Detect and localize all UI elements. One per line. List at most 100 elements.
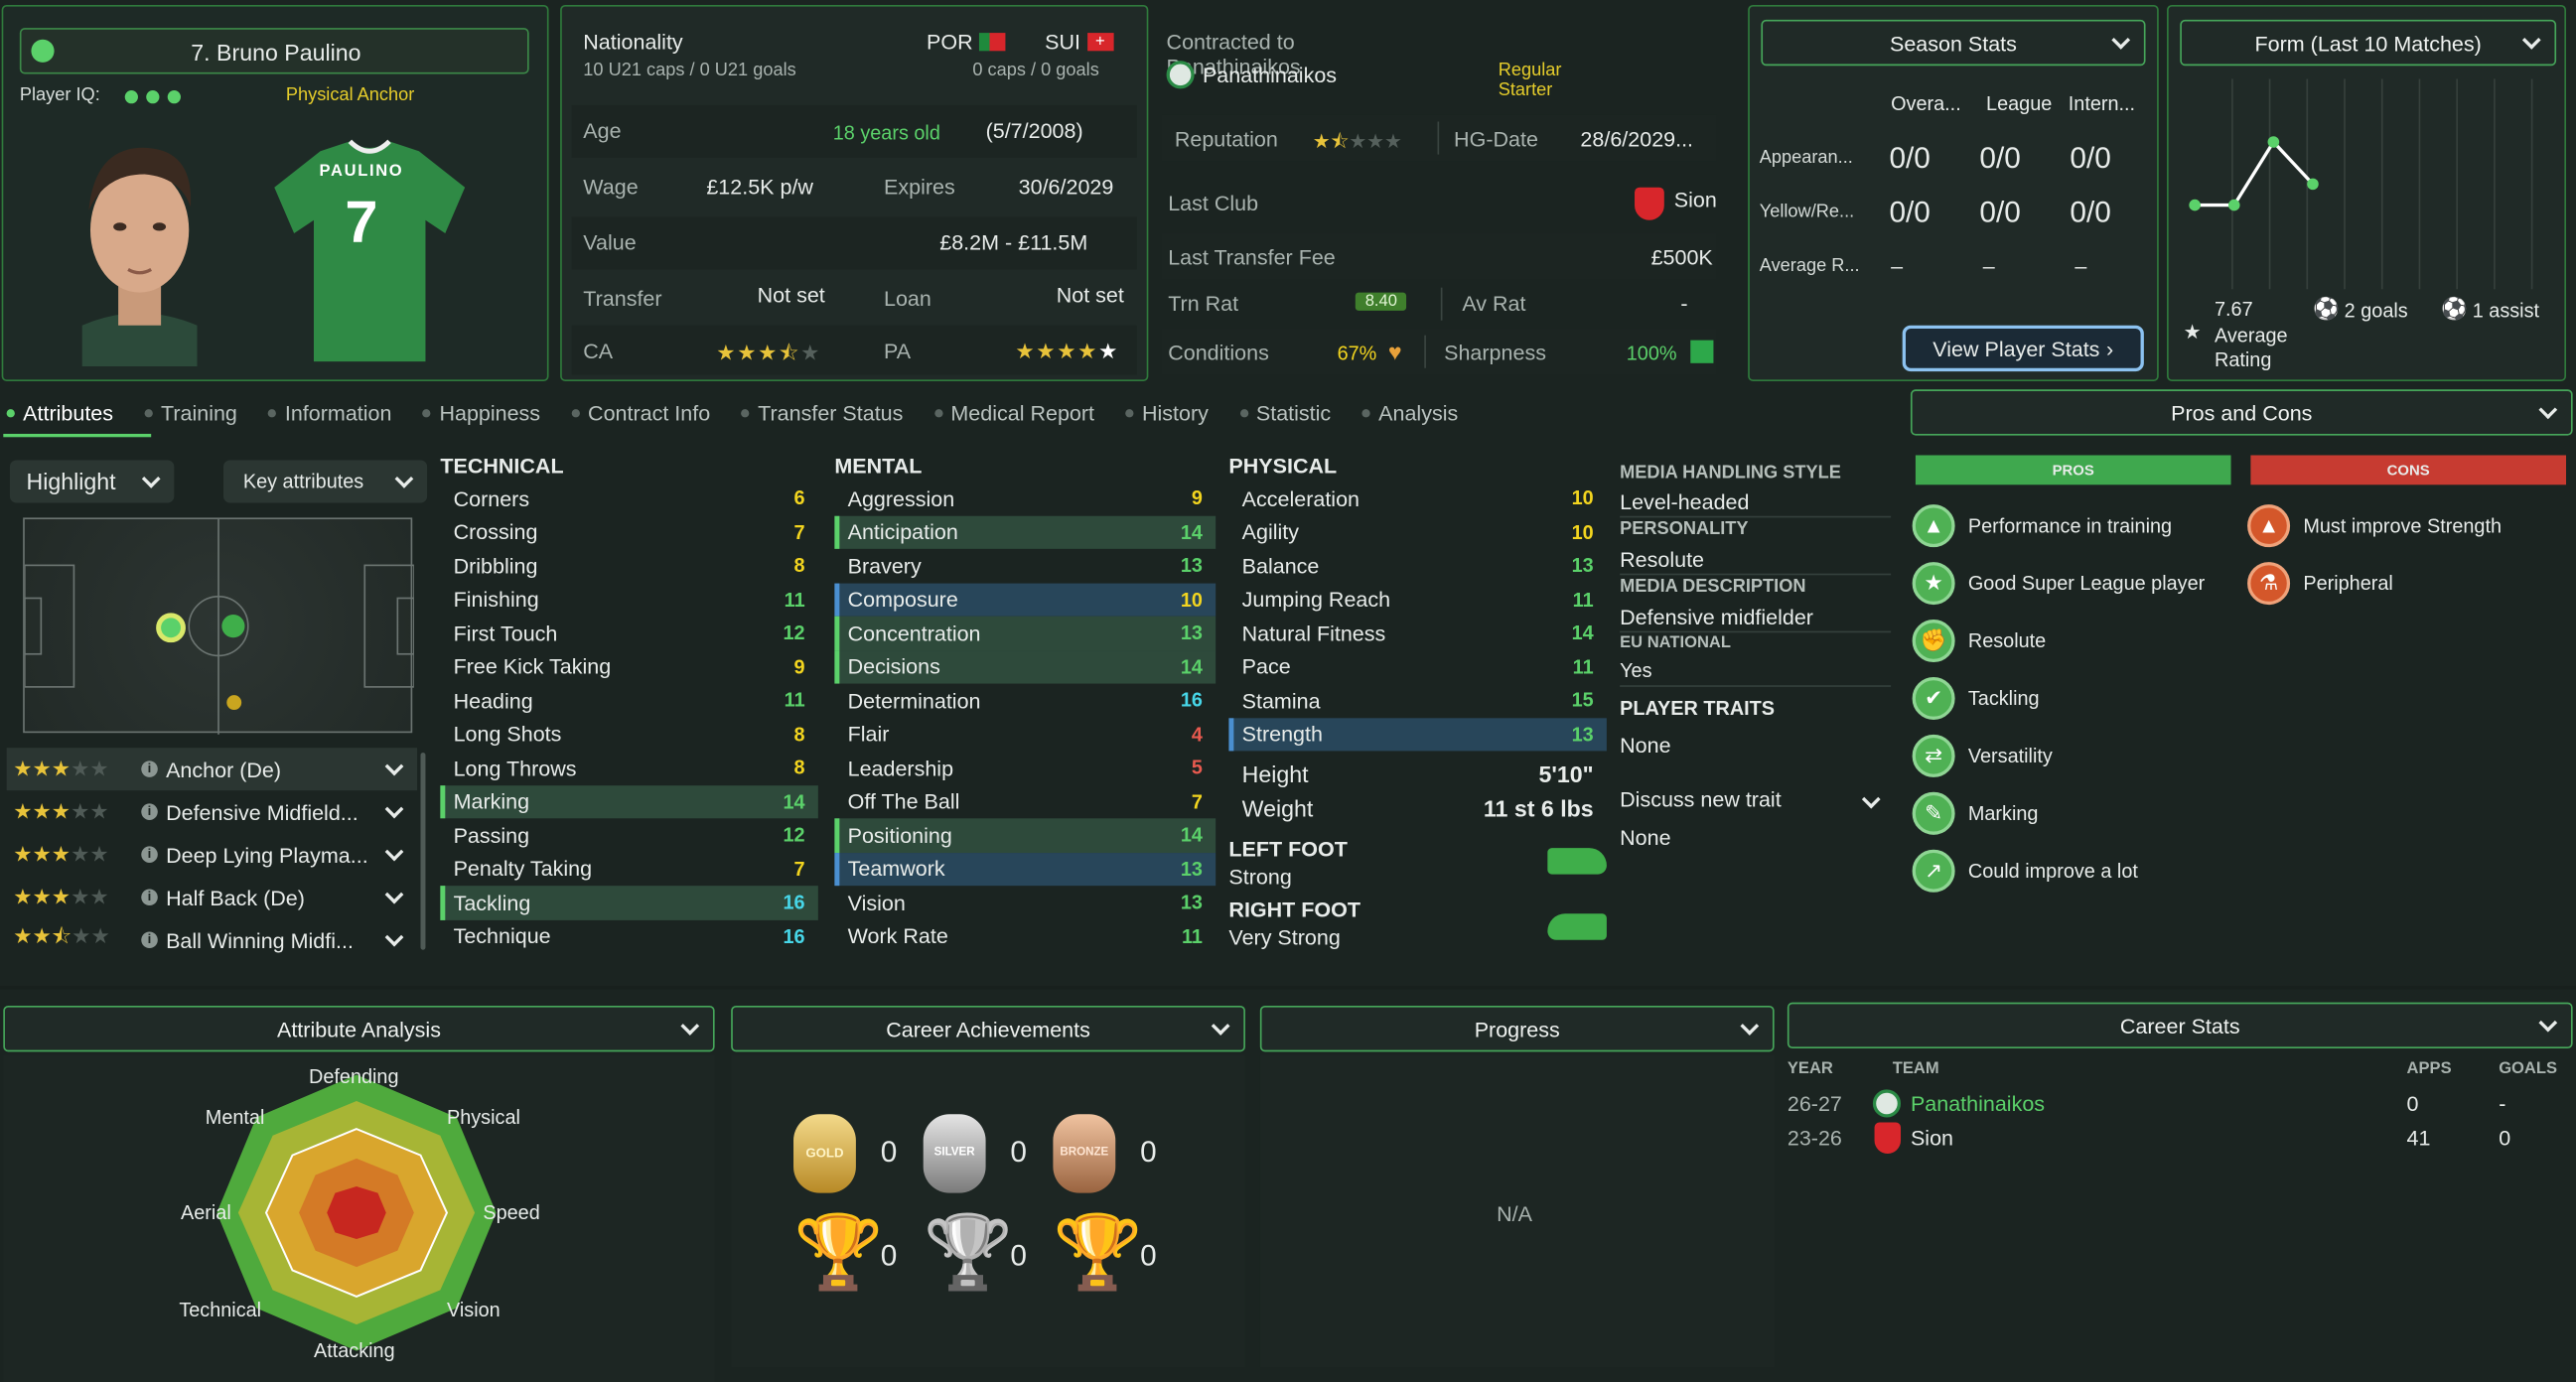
position-marker-natural (221, 615, 245, 638)
player-name-bar[interactable]: 7. Bruno Paulino (19, 28, 529, 74)
attribute-row[interactable]: Vision 13 (834, 886, 1216, 919)
attribute-row[interactable]: Agility 10 (1228, 515, 1606, 549)
attribute-row[interactable]: First Touch 12 (440, 617, 817, 650)
form-header[interactable]: Form (Last 10 Matches) (2180, 19, 2557, 67)
attribute-row[interactable]: Long Shots 8 (440, 717, 817, 751)
tab-training[interactable]: Training (144, 400, 237, 425)
role-item[interactable]: ★★⯪★★ i Ball Winning Midfi... (7, 918, 418, 961)
career-row[interactable]: 26-27 Panathinaikos 0 - (1788, 1088, 2573, 1121)
attribute-row[interactable]: Acceleration 10 (1228, 482, 1606, 515)
chevron-down-icon (1861, 789, 1881, 809)
chevron-down-icon[interactable] (384, 757, 404, 776)
career-team[interactable]: Sion (1911, 1126, 1953, 1151)
attribute-row[interactable]: Tackling 16 (440, 886, 818, 920)
attribute-row[interactable]: Bravery 13 (834, 549, 1216, 583)
attribute-row[interactable]: Strength 13 (1228, 717, 1607, 752)
attribute-row[interactable]: Passing 12 (440, 818, 817, 852)
career-row[interactable]: 23-26 Sion 41 0 (1788, 1122, 2573, 1156)
info-icon[interactable]: i (141, 931, 158, 949)
attribute-row[interactable]: Leadership 5 (834, 751, 1216, 784)
attribute-row[interactable]: Corners 6 (440, 482, 817, 515)
role-item[interactable]: ★★★★★ i Deep Lying Playma... (7, 833, 418, 876)
attribute-row[interactable]: Flair 4 (834, 717, 1216, 751)
attribute-row[interactable]: Aggression 9 (834, 482, 1216, 515)
attribute-row[interactable]: Positioning 14 (834, 818, 1216, 853)
attribute-row[interactable]: Work Rate 11 (834, 919, 1216, 953)
age-label: Age (583, 118, 622, 144)
career-stats-header[interactable]: Career Stats (1787, 1002, 2573, 1049)
tab-attributes[interactable]: Attributes (6, 400, 113, 425)
form-point[interactable] (2189, 199, 2201, 211)
tab-medical-report[interactable]: Medical Report (933, 400, 1094, 425)
ca-stars: ★★★⯪★ (716, 340, 822, 365)
career-achievements-header[interactable]: Career Achievements (731, 1005, 1245, 1052)
nation-sui[interactable]: SUI + (1045, 30, 1114, 55)
role-item[interactable]: ★★★★★ i Half Back (De) (7, 876, 418, 918)
season-stats-header[interactable]: Season Stats (1761, 19, 2146, 67)
attribute-row[interactable]: Decisions 14 (834, 649, 1216, 684)
attribute-row[interactable]: Natural Fitness 14 (1228, 617, 1606, 650)
attribute-row[interactable]: Penalty Taking 7 (440, 852, 817, 886)
media-style-label: MEDIA HANDLING STYLE (1620, 463, 1841, 484)
form-point[interactable] (2307, 178, 2319, 191)
attribute-row[interactable]: Heading 11 (440, 684, 817, 718)
attribute-row[interactable]: Concentration 13 (834, 616, 1216, 650)
info-icon[interactable]: i (141, 760, 158, 777)
form-point[interactable] (2267, 136, 2280, 148)
attribute-row[interactable]: Balance 13 (1228, 549, 1606, 583)
attribute-row[interactable]: Stamina 15 (1228, 684, 1606, 718)
attribute-row[interactable]: Pace 11 (1228, 650, 1606, 684)
role-item[interactable]: ★★★★★ i Anchor (De) (6, 748, 418, 791)
form-line (2195, 139, 2315, 207)
progress-header[interactable]: Progress (1259, 1005, 1775, 1052)
attribute-row[interactable]: Jumping Reach 11 (1228, 583, 1606, 617)
info-icon[interactable]: i (141, 889, 158, 906)
contract-details: Reputation ★⯪★★★ HG-Date 28/6/2029... La… (1155, 114, 1727, 381)
view-player-stats-button[interactable]: View Player Stats › (1902, 325, 2144, 372)
tab-analysis[interactable]: Analysis (1361, 400, 1458, 425)
attribute-row[interactable]: Teamwork 13 (834, 852, 1216, 887)
career-apps: 0 (2406, 1091, 2419, 1116)
role-list-scrollbar[interactable] (420, 753, 426, 950)
chevron-down-icon[interactable] (384, 885, 404, 904)
player-iq-label: Player IQ: (19, 85, 100, 105)
last-club-value[interactable]: Sion (1674, 188, 1717, 212)
key-attributes-dropdown[interactable]: Key attributes (222, 460, 428, 503)
tab-contract-info[interactable]: Contract Info (571, 400, 710, 425)
nation-por[interactable]: POR (927, 30, 1006, 55)
attribute-row[interactable]: Determination 16 (834, 684, 1216, 718)
attribute-row[interactable]: Long Throws 8 (440, 751, 817, 784)
career-team[interactable]: Panathinaikos (1911, 1091, 2045, 1116)
highlight-dropdown[interactable]: Highlight (9, 460, 175, 503)
chevron-down-icon (680, 1017, 700, 1036)
chevron-down-icon[interactable] (384, 799, 404, 819)
attribute-row[interactable]: Finishing 11 (440, 583, 817, 617)
attribute-row[interactable]: Anticipation 14 (834, 514, 1216, 549)
attribute-row[interactable]: Technique 16 (440, 919, 817, 953)
key-attributes-label: Key attributes (242, 470, 364, 493)
tab-happiness[interactable]: Happiness (422, 400, 540, 425)
attribute-row[interactable]: Free Kick Taking 9 (440, 650, 817, 684)
discuss-trait-dropdown[interactable]: Discuss new trait (1620, 785, 1891, 818)
technical-title: TECHNICAL (440, 453, 564, 479)
attribute-row[interactable]: Dribbling 8 (440, 549, 817, 583)
tab-information[interactable]: Information (268, 400, 391, 425)
attribute-row[interactable]: Off The Ball 7 (834, 784, 1216, 818)
club-link[interactable]: Panathinaikos (1166, 61, 1337, 89)
attribute-row[interactable]: Marking 14 (440, 784, 818, 819)
chevron-down-icon[interactable] (384, 927, 404, 947)
form-point[interactable] (2227, 199, 2240, 211)
pitch-map[interactable] (23, 517, 414, 735)
role-item[interactable]: ★★★★★ i Defensive Midfield... (7, 790, 418, 833)
chevron-down-icon[interactable] (384, 842, 404, 862)
tab-statistic[interactable]: Statistic (1239, 400, 1331, 425)
attribute-row[interactable]: Crossing 7 (440, 515, 817, 549)
pros-cons-header[interactable]: Pros and Cons (1910, 389, 2573, 436)
tab-history[interactable]: History (1125, 400, 1209, 425)
info-icon[interactable]: i (141, 803, 158, 820)
tab-transfer-status[interactable]: Transfer Status (741, 400, 903, 425)
info-icon[interactable]: i (141, 846, 158, 863)
attribute-row[interactable]: Composure 10 (834, 582, 1216, 617)
attribute-analysis-header[interactable]: Attribute Analysis (3, 1005, 715, 1052)
tab-label: Information (284, 400, 392, 425)
